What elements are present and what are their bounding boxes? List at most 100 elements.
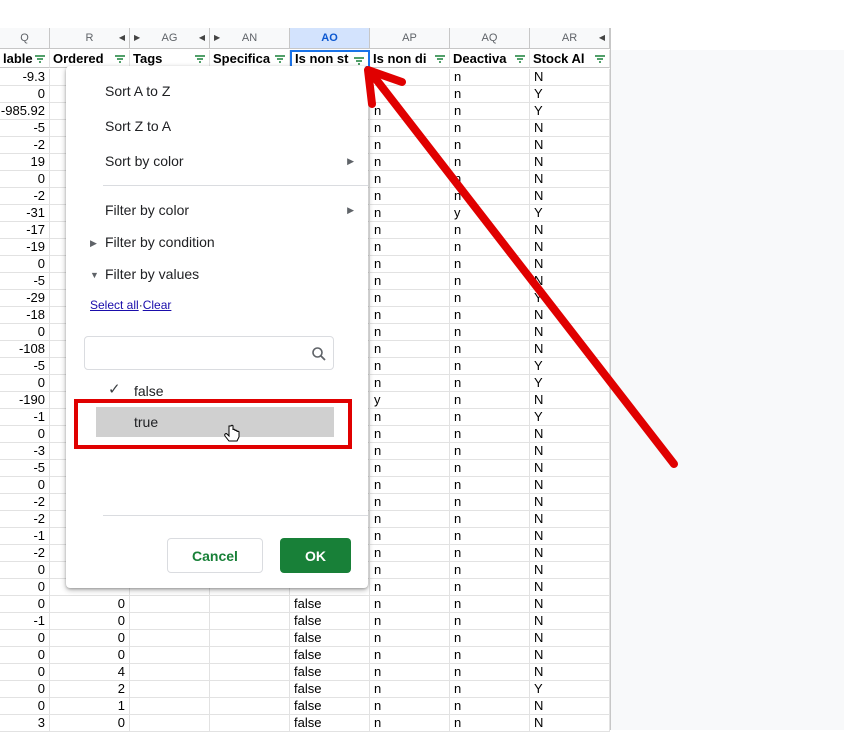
table-cell[interactable]: N	[530, 222, 610, 239]
table-cell[interactable]: 0	[0, 596, 50, 613]
table-cell[interactable]: n	[450, 120, 530, 137]
table-cell[interactable]: y	[370, 392, 450, 409]
table-cell[interactable]: n	[450, 647, 530, 664]
table-cell[interactable]: N	[530, 579, 610, 596]
table-cell[interactable]: N	[530, 188, 610, 205]
table-cell[interactable]: n	[370, 664, 450, 681]
table-cell[interactable]: n	[450, 715, 530, 732]
table-cell[interactable]: 0	[50, 647, 130, 664]
table-cell[interactable]: N	[530, 545, 610, 562]
table-cell[interactable]: n	[370, 358, 450, 375]
table-cell[interactable]: N	[530, 341, 610, 358]
column-header-ag[interactable]: ▶ AG ◀	[130, 28, 210, 49]
table-cell[interactable]: Y	[530, 409, 610, 426]
filter-icon[interactable]	[433, 52, 447, 66]
table-cell[interactable]: n	[450, 528, 530, 545]
table-cell[interactable]: N	[530, 171, 610, 188]
table-cell[interactable]: N	[530, 511, 610, 528]
field-header[interactable]: lable	[0, 50, 50, 68]
table-cell[interactable]: N	[530, 562, 610, 579]
filter-icon[interactable]	[113, 52, 127, 66]
table-cell[interactable]: n	[450, 494, 530, 511]
table-cell[interactable]: n	[370, 528, 450, 545]
table-cell[interactable]: n	[450, 188, 530, 205]
table-cell[interactable]: n	[370, 511, 450, 528]
table-cell[interactable]: N	[530, 307, 610, 324]
table-cell[interactable]: n	[450, 103, 530, 120]
field-header[interactable]: Stock Al	[530, 50, 610, 68]
table-cell[interactable]: N	[530, 273, 610, 290]
table-cell[interactable]: n	[370, 477, 450, 494]
table-cell[interactable]: n	[370, 579, 450, 596]
table-cell[interactable]	[130, 613, 210, 630]
table-cell[interactable]: n	[370, 460, 450, 477]
table-cell[interactable]: 1	[50, 698, 130, 715]
table-cell[interactable]: Y	[530, 205, 610, 222]
table-cell[interactable]	[130, 681, 210, 698]
table-cell[interactable]: 0	[0, 324, 50, 341]
clear-link[interactable]: Clear	[143, 298, 172, 312]
table-cell[interactable]: n	[370, 256, 450, 273]
table-cell[interactable]: n	[370, 562, 450, 579]
table-cell[interactable]: n	[370, 596, 450, 613]
table-cell[interactable]: n	[450, 222, 530, 239]
table-cell[interactable]: false	[290, 664, 370, 681]
table-cell[interactable]: N	[530, 613, 610, 630]
table-cell[interactable]: n	[450, 596, 530, 613]
table-cell[interactable]: 0	[0, 171, 50, 188]
table-cell[interactable]: n	[370, 239, 450, 256]
hidden-columns-left-arrow-icon[interactable]: ◀	[599, 33, 605, 42]
table-cell[interactable]: N	[530, 256, 610, 273]
table-cell[interactable]: -5	[0, 273, 50, 290]
table-cell[interactable]: -3	[0, 443, 50, 460]
table-cell[interactable]: N	[530, 596, 610, 613]
hidden-columns-right-arrow-icon[interactable]: ▶	[134, 33, 140, 42]
filter-icon[interactable]	[273, 52, 287, 66]
table-cell[interactable]: n	[370, 494, 450, 511]
table-cell[interactable]: 0	[0, 647, 50, 664]
table-cell[interactable]	[210, 630, 290, 647]
table-cell[interactable]: false	[290, 647, 370, 664]
table-cell[interactable]: N	[530, 528, 610, 545]
table-cell[interactable]: -31	[0, 205, 50, 222]
column-header-ar[interactable]: AR ◀	[530, 28, 610, 49]
column-header-an[interactable]: ▶ AN	[210, 28, 290, 49]
expand-right-icon[interactable]: ▶	[90, 238, 97, 249]
table-cell[interactable]: n	[370, 222, 450, 239]
table-cell[interactable]: n	[450, 290, 530, 307]
table-cell[interactable]: 0	[0, 664, 50, 681]
table-cell[interactable]: Y	[530, 358, 610, 375]
table-cell[interactable]: n	[370, 613, 450, 630]
table-cell[interactable]: N	[530, 137, 610, 154]
column-header-q[interactable]: Q	[0, 28, 50, 49]
table-cell[interactable]	[130, 596, 210, 613]
filter-by-condition-item[interactable]: Filter by condition	[105, 234, 215, 250]
column-header-ao[interactable]: AO	[290, 28, 370, 49]
table-cell[interactable]: n	[370, 307, 450, 324]
table-cell[interactable]: n	[450, 273, 530, 290]
table-cell[interactable]: 0	[0, 375, 50, 392]
filter-by-color-item[interactable]: Filter by color	[105, 202, 189, 218]
table-cell[interactable]: n	[370, 630, 450, 647]
table-cell[interactable]: N	[530, 154, 610, 171]
expand-down-icon[interactable]: ▼	[90, 270, 99, 280]
table-cell[interactable]: n	[450, 579, 530, 596]
values-search-input[interactable]	[91, 337, 315, 369]
table-cell[interactable]: 0	[0, 86, 50, 103]
column-header-ap[interactable]: AP	[370, 28, 450, 49]
table-cell[interactable]: n	[370, 647, 450, 664]
table-cell[interactable]: n	[450, 681, 530, 698]
table-cell[interactable]: n	[450, 324, 530, 341]
table-cell[interactable]: N	[530, 239, 610, 256]
table-cell[interactable]: n	[370, 443, 450, 460]
table-cell[interactable]: n	[370, 715, 450, 732]
table-cell[interactable]: N	[530, 69, 610, 86]
table-cell[interactable]	[210, 681, 290, 698]
sort-by-color-item[interactable]: Sort by color	[105, 153, 184, 169]
table-cell[interactable]: N	[530, 664, 610, 681]
table-cell[interactable]: n	[370, 171, 450, 188]
table-cell[interactable]: N	[530, 120, 610, 137]
table-cell[interactable]	[130, 664, 210, 681]
table-cell[interactable]	[210, 613, 290, 630]
table-cell[interactable]: n	[370, 375, 450, 392]
